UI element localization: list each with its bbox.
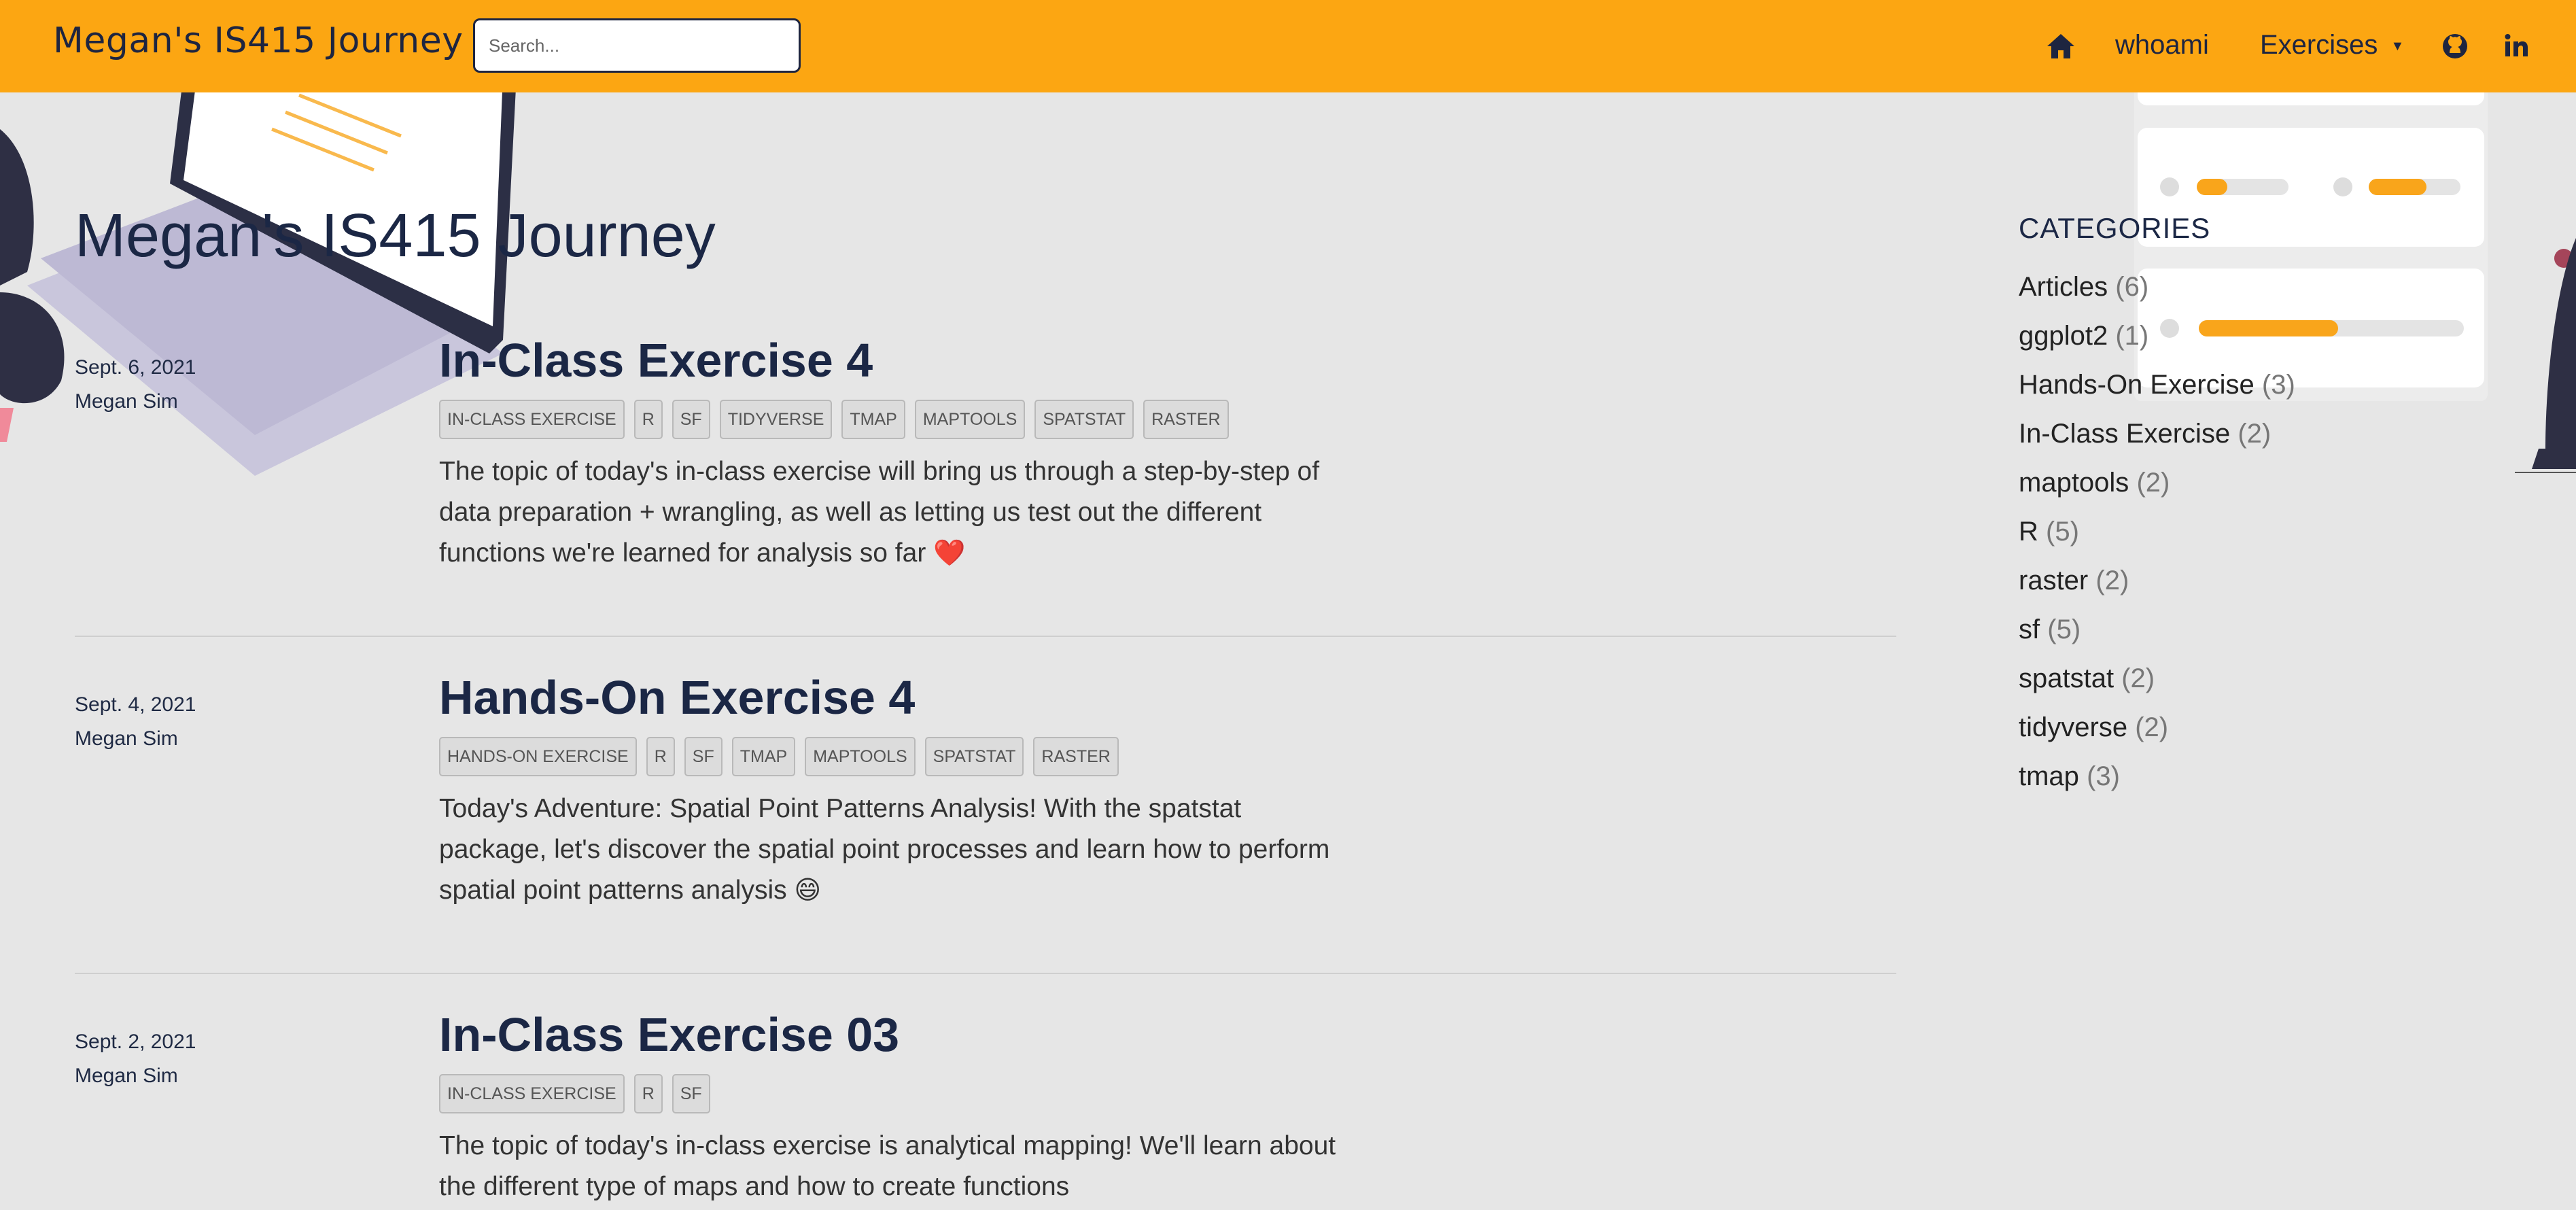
category-name: Hands-On Exercise [2019, 370, 2255, 400]
category-count: (3) [2261, 370, 2295, 400]
category-ggplot2[interactable]: ggplot2 (1) [2019, 311, 2295, 360]
post-title-link[interactable]: In-Class Exercise 03 [439, 1007, 899, 1062]
category-count: (5) [2046, 517, 2079, 547]
post-description: The topic of today's in-class exercise i… [439, 1126, 1336, 1207]
category-articles[interactable]: Articles (6) [2019, 262, 2295, 311]
category-count: (5) [2047, 615, 2081, 644]
categories-heading: CATEGORIES [2019, 212, 2211, 244]
tag-r[interactable]: R [633, 400, 663, 439]
category-name: R [2019, 517, 2038, 547]
post-date: Sept. 6, 2021 [75, 356, 196, 379]
categories-sidebar: CATEGORIES Articles (6) ggplot2 (1) Hand… [2019, 212, 2295, 801]
person-illustration-left [0, 129, 65, 442]
category-name: tidyverse [2019, 712, 2128, 742]
top-navbar: Megan's IS415 Journey whoami Exercises ▼ [0, 0, 2576, 92]
category-name: In-Class Exercise [2019, 419, 2231, 449]
tag-r[interactable]: R [633, 1074, 663, 1113]
category-maptools[interactable]: maptools (2) [2019, 458, 2295, 507]
site-brand-link[interactable]: Megan's IS415 Journey [53, 20, 464, 61]
page-title: Megan's IS415 Journey [75, 202, 716, 270]
tag-tidyverse[interactable]: TIDYVERSE [719, 400, 833, 439]
tag-tmap[interactable]: TMAP [841, 400, 905, 439]
category-r[interactable]: R (5) [2019, 507, 2295, 556]
tag-spatstat[interactable]: SPATSTAT [1034, 400, 1134, 439]
post-description: The topic of today's in-class exercise w… [439, 451, 1336, 574]
category-count: (3) [2087, 761, 2120, 791]
tag-sf[interactable]: SF [672, 1074, 710, 1113]
post-author: Megan Sim [75, 1065, 178, 1087]
category-name: maptools [2019, 468, 2129, 498]
search-input[interactable] [473, 18, 801, 73]
tag-in-class-exercise[interactable]: IN-CLASS EXERCISE [439, 400, 625, 439]
post-meta: Sept. 6, 2021 Megan Sim [75, 351, 196, 419]
tag-maptools[interactable]: MAPTOOLS [914, 400, 1026, 439]
post-description-text: Today's Adventure: Spatial Point Pattern… [439, 794, 1330, 905]
post-date: Sept. 4, 2021 [75, 693, 196, 716]
post-tags: IN-CLASS EXERCISE R SF TIDYVERSE TMAP MA… [439, 400, 1229, 439]
category-count: (2) [2238, 419, 2272, 449]
category-name: spatstat [2019, 663, 2114, 693]
category-name: sf [2019, 615, 2040, 644]
category-name: ggplot2 [2019, 321, 2108, 351]
category-hands-on-exercise[interactable]: Hands-On Exercise (3) [2019, 360, 2295, 409]
post-title-link[interactable]: Hands-On Exercise 4 [439, 670, 915, 725]
tag-maptools[interactable]: MAPTOOLS [805, 737, 916, 776]
category-name: raster [2019, 566, 2089, 595]
category-name: Articles [2019, 272, 2108, 302]
github-icon[interactable] [2441, 33, 2469, 63]
grin-emoji: 😄 [794, 876, 822, 905]
person-illustration-right [2515, 238, 2576, 473]
post-description-text: The topic of today's in-class exercise i… [439, 1131, 1336, 1201]
post-author: Megan Sim [75, 390, 178, 413]
post-date: Sept. 2, 2021 [75, 1031, 196, 1053]
category-sf[interactable]: sf (5) [2019, 605, 2295, 654]
tag-raster[interactable]: RASTER [1033, 737, 1119, 776]
category-count: (2) [2095, 566, 2129, 595]
tag-sf[interactable]: SF [684, 737, 723, 776]
tag-tmap[interactable]: TMAP [731, 737, 796, 776]
nav-link-whoami[interactable]: whoami [2115, 30, 2209, 60]
category-spatstat[interactable]: spatstat (2) [2019, 654, 2295, 703]
category-count: (2) [2121, 663, 2155, 693]
post-divider [75, 973, 1896, 974]
post-description-text: The topic of today's in-class exercise w… [439, 457, 1320, 568]
category-in-class-exercise[interactable]: In-Class Exercise (2) [2019, 409, 2295, 458]
post-author: Megan Sim [75, 727, 178, 750]
category-name: tmap [2019, 761, 2079, 791]
post-title-link[interactable]: In-Class Exercise 4 [439, 333, 873, 387]
exercises-label: Exercises [2260, 30, 2378, 60]
post-divider [75, 636, 1896, 637]
tag-hands-on-exercise[interactable]: HANDS-ON EXERCISE [439, 737, 637, 776]
tag-r[interactable]: R [646, 737, 675, 776]
tag-sf[interactable]: SF [672, 400, 710, 439]
category-tmap[interactable]: tmap (3) [2019, 752, 2295, 801]
category-count: (6) [2115, 272, 2149, 302]
category-tidyverse[interactable]: tidyverse (2) [2019, 703, 2295, 752]
post-meta: Sept. 4, 2021 Megan Sim [75, 688, 196, 756]
chevron-down-icon: ▼ [2390, 38, 2405, 54]
heart-emoji: ❤️ [933, 539, 966, 568]
tag-spatstat[interactable]: SPATSTAT [924, 737, 1024, 776]
tag-in-class-exercise[interactable]: IN-CLASS EXERCISE [439, 1074, 625, 1113]
linkedin-icon[interactable] [2504, 33, 2530, 62]
tag-raster[interactable]: RASTER [1143, 400, 1229, 439]
post-description: Today's Adventure: Spatial Point Pattern… [439, 789, 1336, 911]
category-count: (2) [2136, 468, 2170, 498]
nav-dropdown-exercises[interactable]: Exercises ▼ [2260, 30, 2404, 60]
home-icon[interactable] [2046, 33, 2076, 63]
category-count: (2) [2135, 712, 2169, 742]
post-tags: HANDS-ON EXERCISE R SF TMAP MAPTOOLS SPA… [439, 737, 1119, 776]
post-meta: Sept. 2, 2021 Megan Sim [75, 1025, 196, 1093]
category-count: (1) [2115, 321, 2149, 351]
category-raster[interactable]: raster (2) [2019, 556, 2295, 605]
post-tags: IN-CLASS EXERCISE R SF [439, 1074, 710, 1113]
